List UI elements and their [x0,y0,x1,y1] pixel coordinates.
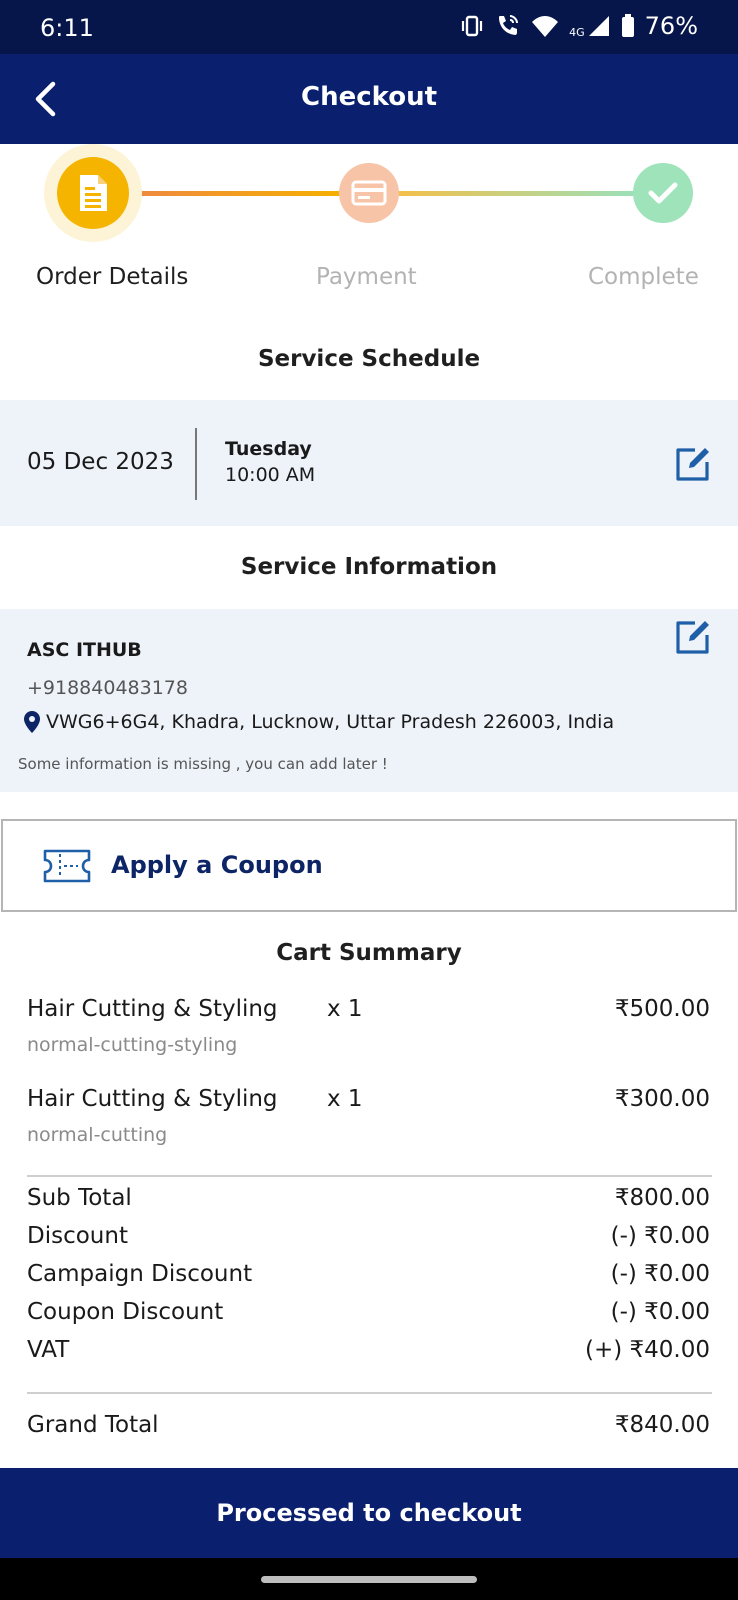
missing-info-note: Some information is missing , you can ad… [18,755,388,773]
step-complete[interactable] [633,163,693,223]
schedule-divider [195,428,197,500]
edit-icon [676,448,709,481]
summary-value: (-) ₹0.00 [610,1299,710,1325]
summary-label: Campaign Discount [27,1261,253,1287]
status-icons: 4G 76% [459,12,698,40]
cart-item: Hair Cutting & Styling x 1 ₹500.00 norma… [0,996,738,1076]
cart-item: Hair Cutting & Styling x 1 ₹300.00 norma… [0,1086,738,1166]
battery-icon [621,14,634,37]
apply-coupon-button[interactable]: Apply a Coupon [1,819,737,912]
schedule-card: 05 Dec 2023 Tuesday 10:00 AM [0,400,738,526]
customer-name: ASC ITHUB [27,639,142,661]
item-variant: normal-cutting [27,1124,168,1146]
check-icon [648,182,678,204]
summary-value: (-) ₹0.00 [610,1223,710,1249]
step-connector [140,191,340,196]
step-label-complete: Complete [588,264,699,290]
coupon-ticket-icon [42,848,92,888]
summary-label: Coupon Discount [27,1299,224,1325]
customer-phone: +918840483178 [27,677,188,699]
service-information-title: Service Information [240,554,498,580]
wifi-call-icon [499,15,519,35]
document-icon [80,175,107,211]
signal-icon [588,16,609,36]
step-label-payment: Payment [316,264,417,290]
location-pin-icon [24,711,40,733]
step-connector [398,191,634,196]
schedule-time: 10:00 AM [225,464,316,486]
page-title: Checkout [300,82,438,112]
wifi-icon [532,16,559,37]
summary-label: VAT [27,1337,70,1363]
summary-row-coupon-discount: Coupon Discount (-) ₹0.00 [0,1299,738,1333]
address-text: VWG6+6G4, Khadra, Lucknow, Uttar Pradesh… [46,711,615,733]
summary-label: Sub Total [27,1185,132,1211]
step-label-order-details: Order Details [36,264,189,290]
summary-row-campaign-discount: Campaign Discount (-) ₹0.00 [0,1261,738,1295]
proceed-to-checkout-button[interactable]: Processed to checkout [0,1468,738,1558]
divider [27,1175,712,1177]
home-gesture-handle[interactable] [261,1576,477,1583]
status-time: 6:11 [40,14,94,42]
schedule-day: Tuesday [225,438,312,460]
schedule-date: 05 Dec 2023 [27,449,174,475]
item-price: ₹500.00 [614,996,710,1022]
grand-total-row: Grand Total ₹840.00 [0,1412,738,1446]
summary-value: (-) ₹0.00 [610,1261,710,1287]
summary-row-discount: Discount (-) ₹0.00 [0,1223,738,1257]
checkout-stepper: Order Details Payment Complete [0,144,738,300]
service-info-card: ASC ITHUB +918840483178 VWG6+6G4, Khadra… [0,609,738,792]
card-icon [351,180,387,206]
step-payment[interactable] [339,163,399,223]
summary-row-subtotal: Sub Total ₹800.00 [0,1185,738,1219]
app-bar: Checkout [0,54,738,144]
edit-schedule-button[interactable] [673,444,713,484]
apply-coupon-label: Apply a Coupon [111,851,323,879]
step-order-details[interactable] [44,144,142,242]
divider [27,1392,712,1394]
item-variant: normal-cutting-styling [27,1034,238,1056]
grand-total-value: ₹840.00 [614,1412,710,1438]
service-schedule-title: Service Schedule [257,346,481,372]
item-quantity: x 1 [327,1086,363,1112]
network-type: 4G [569,25,585,39]
item-quantity: x 1 [327,996,363,1022]
item-name: Hair Cutting & Styling [27,996,278,1022]
item-price: ₹300.00 [614,1086,710,1112]
summary-value: ₹800.00 [614,1185,710,1211]
status-bar: 6:11 4G 76% [0,0,738,54]
customer-address: VWG6+6G4, Khadra, Lucknow, Uttar Pradesh… [24,711,614,733]
summary-row-vat: VAT (+) ₹40.00 [0,1337,738,1371]
edit-icon [676,621,709,654]
summary-label: Discount [27,1223,128,1249]
system-nav-bar [0,1558,738,1600]
edit-service-info-button[interactable] [673,617,713,657]
grand-total-label: Grand Total [27,1412,159,1438]
item-name: Hair Cutting & Styling [27,1086,278,1112]
battery-percent: 76% [644,12,698,40]
vibrate-icon [462,15,483,37]
summary-value: (+) ₹40.00 [584,1337,710,1363]
cart-summary-title: Cart Summary [276,940,462,966]
